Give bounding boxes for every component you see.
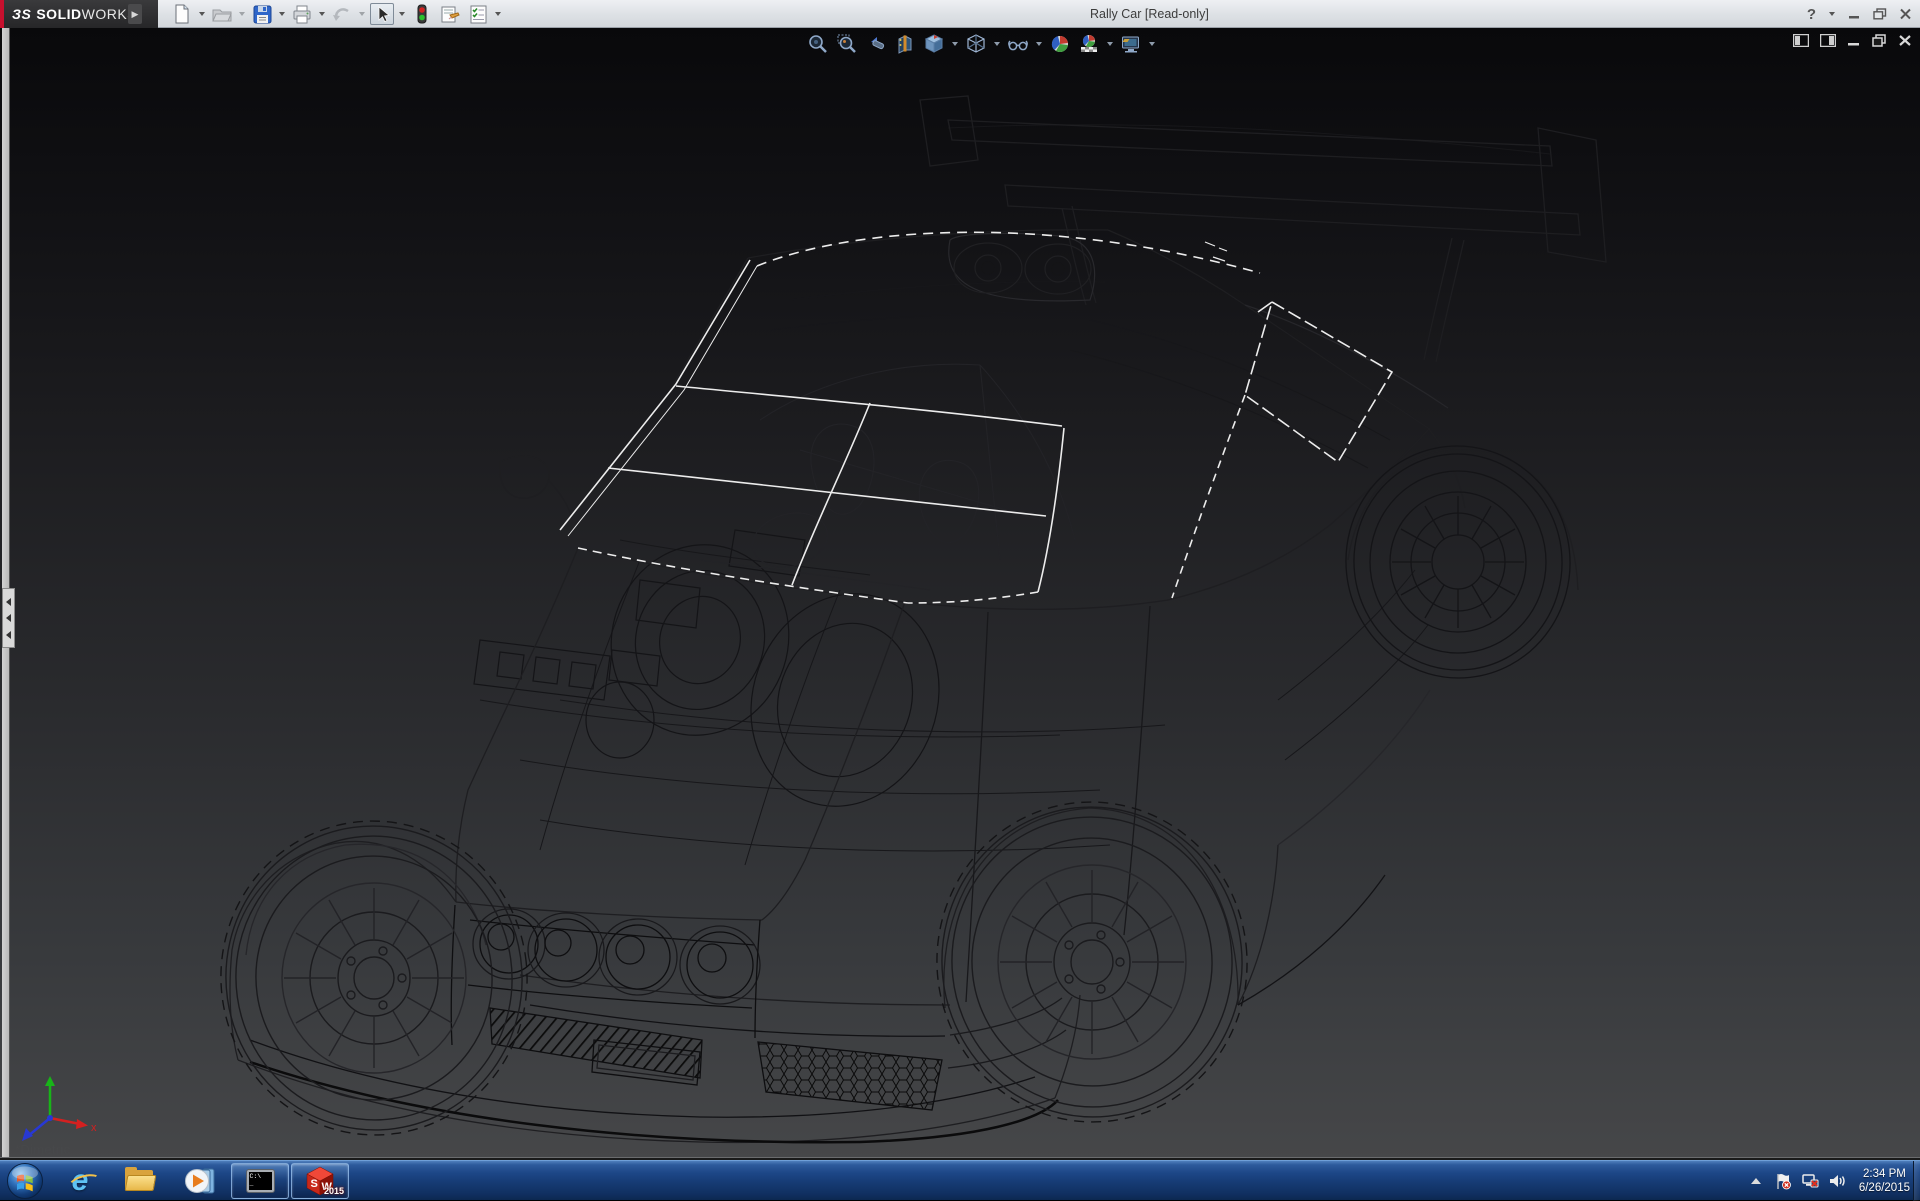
interior-wireframe [700, 364, 1075, 590]
new-document-button[interactable] [170, 3, 194, 25]
taskbar-windows-explorer[interactable] [111, 1163, 169, 1199]
display-style-button[interactable] [964, 32, 988, 56]
chevron-up-icon [1751, 1178, 1761, 1184]
document-window-controls [1793, 34, 1912, 47]
taskbar: e C:\_ S W 2015 [0, 1160, 1920, 1200]
options-dropdown[interactable] [495, 12, 501, 16]
system-tray: 2:34 PM 6/26/2015 [1747, 1161, 1910, 1201]
view-orientation-label: *Dimetric [15, 1142, 70, 1157]
print-dropdown[interactable] [319, 12, 325, 16]
help-button[interactable]: ? [1807, 6, 1816, 23]
taskbar-command-prompt[interactable]: C:\_ [231, 1163, 289, 1199]
menu-expand-arrow[interactable]: ▶ [128, 4, 142, 24]
taskbar-media-player[interactable] [171, 1163, 229, 1199]
media-player-icon [183, 1166, 217, 1196]
save-dropdown[interactable] [279, 12, 285, 16]
rear-left-wheel [921, 787, 1263, 1138]
show-hidden-icons-button[interactable] [1747, 1172, 1765, 1190]
view-settings-button[interactable] [1119, 32, 1143, 56]
clock-date: 6/26/2015 [1859, 1181, 1910, 1195]
clock-time: 2:34 PM [1859, 1167, 1910, 1181]
collapse-arrow-icon [6, 598, 11, 606]
taskbar-internet-explorer[interactable]: e [51, 1163, 109, 1199]
minimize-button[interactable] [1848, 8, 1861, 20]
print-button[interactable] [290, 3, 314, 25]
feature-panel-collapse-handle[interactable] [2, 588, 15, 648]
action-center-button[interactable] [1774, 1172, 1792, 1190]
window-controls: ? [1807, 4, 1912, 24]
help-dropdown[interactable] [1829, 12, 1835, 16]
minimize-doc-icon[interactable] [1847, 34, 1861, 47]
start-button[interactable] [0, 1161, 50, 1201]
save-button[interactable] [250, 3, 274, 25]
close-doc-icon[interactable] [1898, 34, 1912, 47]
titlebar: ЗSSOLIDWORKS ▶ Rally Car [R [0, 0, 1920, 28]
hide-show-items-button[interactable] [1006, 32, 1030, 56]
rebuild-button[interactable] [410, 3, 434, 25]
zoom-to-area-button[interactable] [835, 32, 859, 56]
graphics-viewport[interactable]: x *Dimetric [0, 28, 1920, 1160]
rear-wing-wireframe [920, 96, 1606, 362]
select-button[interactable] [370, 3, 394, 25]
zoom-to-fit-button[interactable] [806, 32, 830, 56]
rear-right-wheel [1334, 435, 1581, 689]
restore-button[interactable] [1873, 8, 1887, 20]
orientation-triad: x [14, 1074, 104, 1150]
internet-explorer-icon: e [72, 1166, 89, 1196]
show-desktop-button[interactable] [1913, 1161, 1920, 1201]
brand-mark: ЗS [12, 6, 31, 22]
volume-button[interactable] [1828, 1172, 1846, 1190]
hide-show-items-dropdown[interactable] [1036, 42, 1042, 46]
flag-alert-icon [1774, 1172, 1792, 1190]
undo-button[interactable] [330, 3, 354, 25]
view-settings-dropdown[interactable] [1149, 42, 1155, 46]
select-dropdown[interactable] [399, 12, 405, 16]
apply-scene-dropdown[interactable] [1107, 42, 1113, 46]
restore-doc-icon[interactable] [1872, 34, 1887, 47]
options-button[interactable] [466, 3, 490, 25]
window-title: Rally Car [Read-only] [1090, 7, 1209, 21]
svg-text:S: S [311, 1178, 318, 1190]
network-status-button[interactable] [1801, 1172, 1819, 1190]
main-toolbar [170, 2, 502, 26]
speaker-icon [1828, 1172, 1846, 1190]
taskbar-solidworks-2015[interactable]: S W 2015 [291, 1163, 349, 1199]
open-button[interactable] [210, 3, 234, 25]
collapse-arrow-icon [6, 614, 11, 622]
apply-scene-button[interactable] [1077, 32, 1101, 56]
open-dropdown[interactable] [239, 12, 245, 16]
tile-left-icon[interactable] [1793, 34, 1809, 47]
display-style-dropdown[interactable] [994, 42, 1000, 46]
car-wireframe [0, 28, 1920, 1160]
view-orientation-dropdown[interactable] [952, 42, 958, 46]
previous-view-button[interactable] [864, 32, 888, 56]
view-orientation-button[interactable] [922, 32, 946, 56]
headsup-view-toolbar [806, 31, 1156, 57]
engine-bay-wireframe [474, 522, 968, 833]
command-prompt-icon: C:\_ [247, 1170, 274, 1192]
body-flow-lines [480, 125, 1550, 865]
tile-right-icon[interactable] [1820, 34, 1836, 47]
taskbar-clock[interactable]: 2:34 PM 6/26/2015 [1859, 1167, 1910, 1195]
windows-explorer-icon [125, 1170, 155, 1192]
edit-appearance-button[interactable] [1048, 32, 1072, 56]
triad-x-label: x [91, 1122, 97, 1134]
brand-text: ЗSSOLIDWORKS [12, 6, 137, 22]
close-button[interactable] [1899, 8, 1912, 20]
undo-dropdown[interactable] [359, 12, 365, 16]
network-error-icon [1801, 1172, 1819, 1190]
collapse-arrow-icon [6, 631, 11, 639]
tail-lights-wireframe [949, 233, 1095, 301]
brand-accent-stripe [0, 0, 4, 28]
solidworks-year-label: 2015 [324, 1186, 344, 1196]
new-document-dropdown[interactable] [199, 12, 205, 16]
section-view-button[interactable] [893, 32, 917, 56]
file-properties-button[interactable] [438, 3, 462, 25]
